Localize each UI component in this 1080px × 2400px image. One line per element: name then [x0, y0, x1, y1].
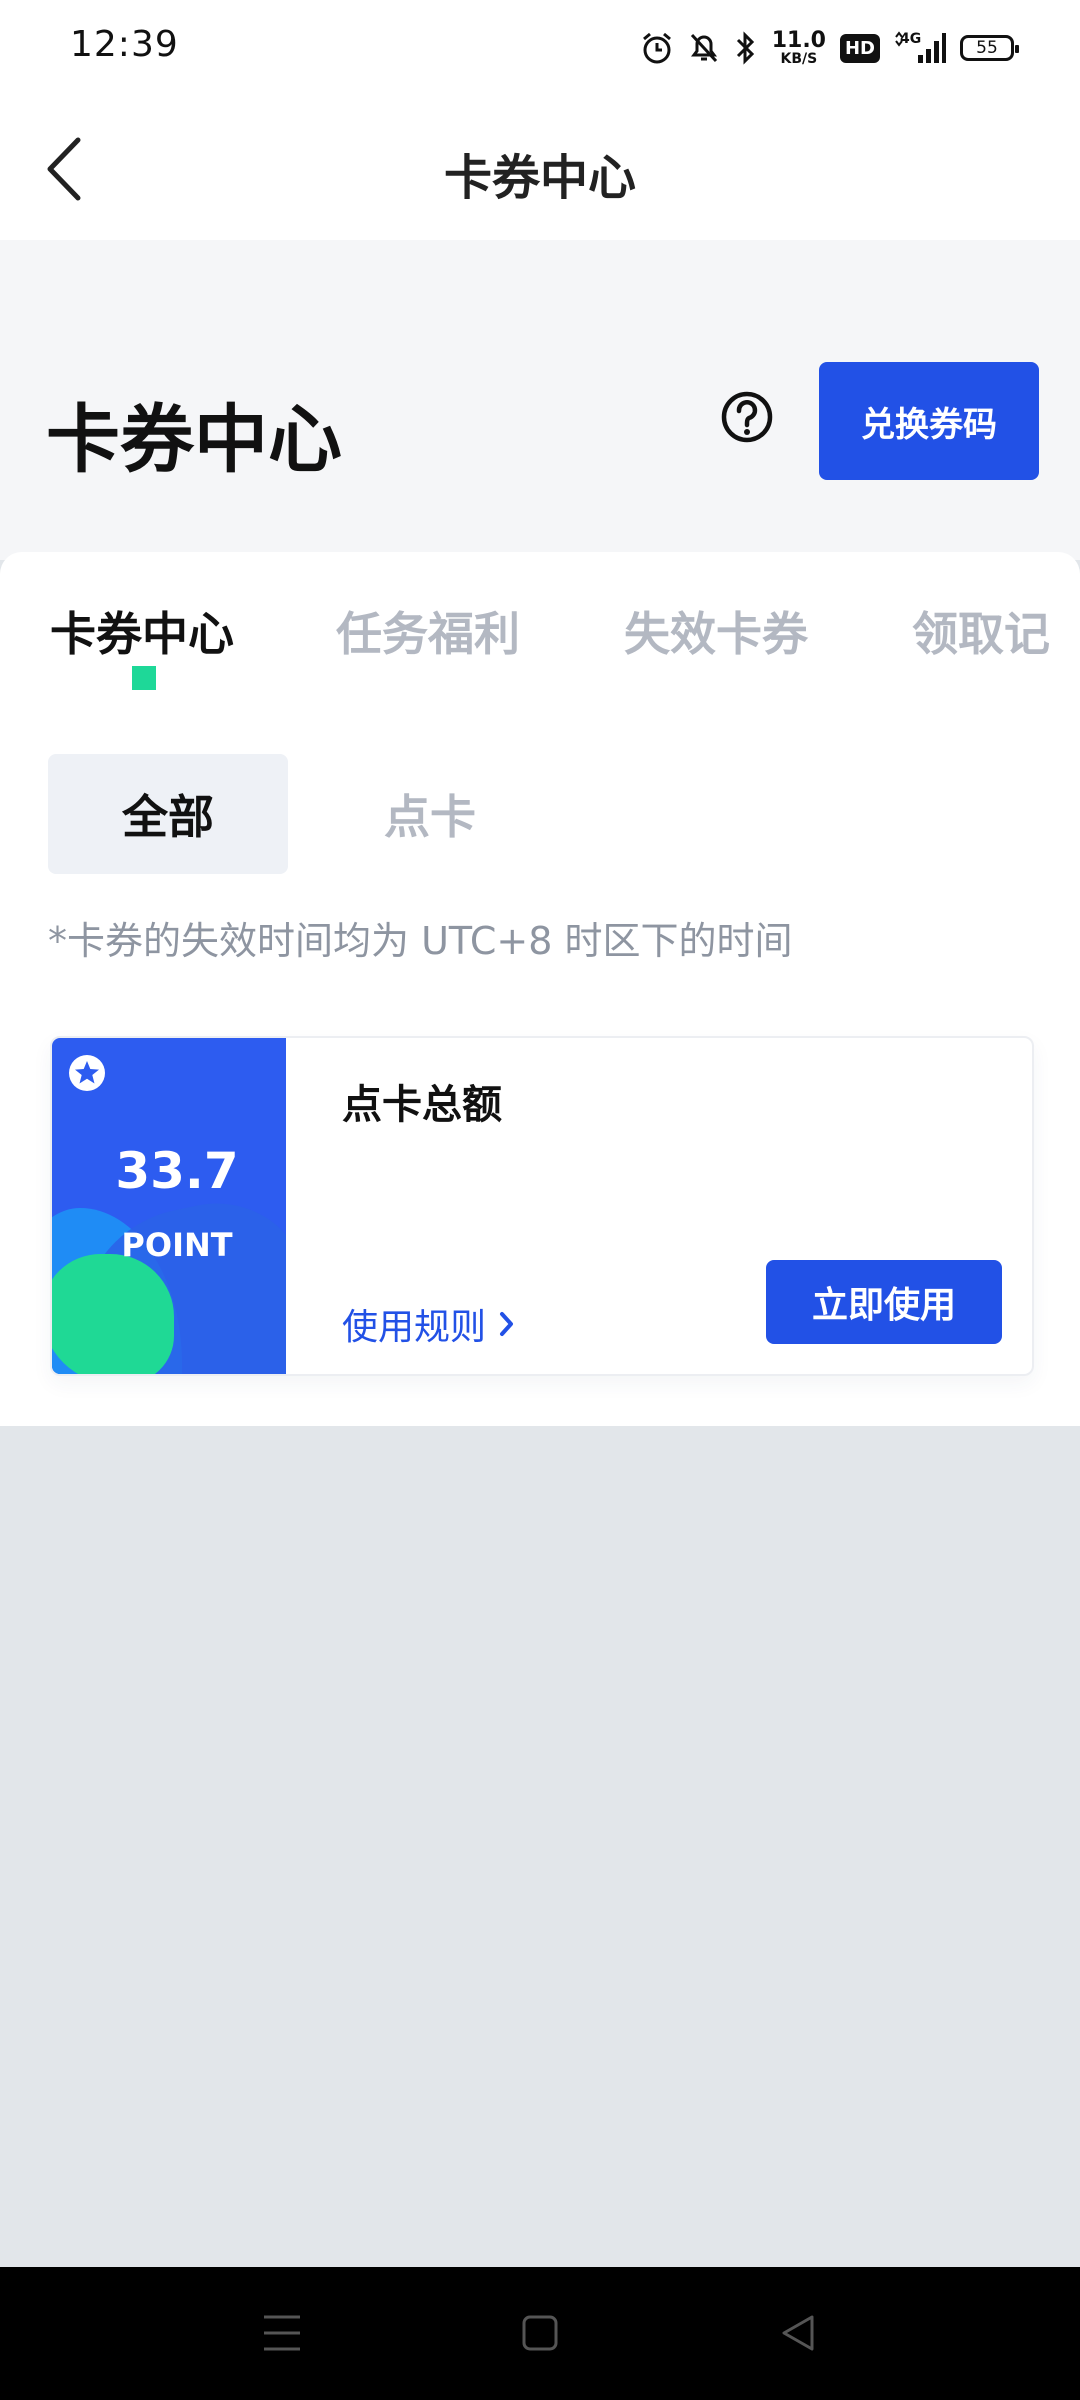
- net-speed-unit: KB/S: [780, 51, 818, 67]
- status-bar: 12:39 11.0 KB/S HD 4G 55: [0, 0, 1080, 96]
- battery-level: 55: [976, 38, 998, 58]
- coupon-value-panel: 33.7 POINT: [52, 1038, 302, 1374]
- coupon-card[interactable]: 33.7 POINT 点卡总额 使用规则 立即使用: [50, 1036, 1034, 1376]
- coupon-panel: 卡券中心 任务福利 失效卡券 领取记 全部 点卡 *卡券的失效时间均为 UTC+…: [0, 552, 1080, 1426]
- decor-blob: [52, 1254, 174, 1374]
- net-speed-value: 11.0: [771, 28, 826, 53]
- status-time: 12:39: [70, 24, 179, 65]
- tab-coupon-center[interactable]: 卡券中心: [50, 598, 234, 664]
- bluetooth-icon: [736, 31, 754, 65]
- redeem-code-button[interactable]: 兑换券码: [819, 362, 1039, 480]
- back-triangle-icon[interactable]: [778, 2311, 818, 2355]
- chevron-right-icon: [500, 1312, 514, 1336]
- status-icons: 11.0 KB/S HD 4G 55: [640, 26, 1019, 70]
- system-nav-bar: [0, 2267, 1080, 2400]
- page-title: 卡券中心: [46, 397, 342, 483]
- top-nav-bar: 卡券中心: [0, 96, 1080, 240]
- usage-rules-label: 使用规则: [342, 1307, 487, 1348]
- silent-bell-icon: [690, 33, 717, 63]
- menu-icon[interactable]: [262, 2311, 302, 2355]
- tab-claim-records[interactable]: 领取记: [912, 598, 1050, 664]
- net-speed: 11.0 KB/S: [771, 28, 826, 67]
- signal-icon: 4G: [894, 31, 946, 65]
- star-badge-icon: [69, 1055, 105, 1091]
- question-circle-icon[interactable]: [720, 390, 774, 444]
- coupon-title: 点卡总额: [342, 1082, 502, 1128]
- hd-badge: HD: [839, 33, 880, 63]
- filter-all-chip[interactable]: 全部: [48, 754, 288, 874]
- nav-title: 卡券中心: [443, 150, 636, 206]
- filter-point-card-chip[interactable]: 点卡: [310, 754, 550, 874]
- ticket-notches: [286, 1038, 312, 1374]
- timezone-notice: *卡券的失效时间均为 UTC+8 时区下的时间: [48, 919, 793, 963]
- home-square-icon[interactable]: [520, 2311, 560, 2355]
- coupon-unit: POINT: [121, 1226, 233, 1264]
- tab-active-indicator: [132, 666, 156, 690]
- tab-expired-coupons[interactable]: 失效卡券: [624, 598, 808, 664]
- use-now-button[interactable]: 立即使用: [766, 1260, 1002, 1344]
- alarm-icon: [642, 32, 671, 64]
- usage-rules-link[interactable]: 使用规则: [342, 1298, 516, 1350]
- tab-task-rewards[interactable]: 任务福利: [336, 598, 520, 664]
- coupon-amount: 33.7: [115, 1142, 239, 1200]
- battery-icon: 55: [960, 35, 1019, 61]
- page-header: 卡券中心 兑换券码: [0, 240, 1080, 560]
